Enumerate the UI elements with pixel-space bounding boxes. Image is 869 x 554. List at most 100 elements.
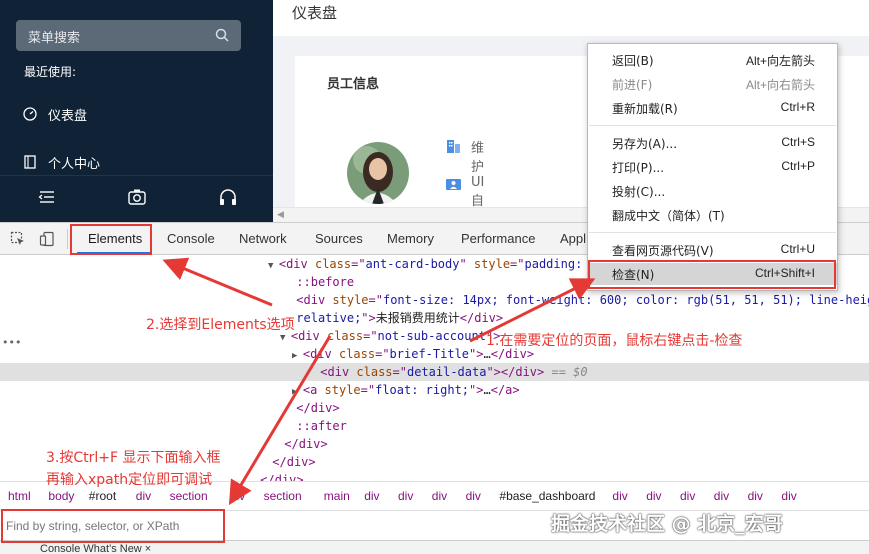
menu-item-label: 返回(B) [612,54,654,68]
dom-token: </div> [459,311,504,325]
highlight-inspect-item [588,260,836,289]
breadcrumb-item[interactable]: html [8,489,31,503]
breadcrumb-item[interactable]: div [466,489,481,503]
breadcrumb-item[interactable]: div [781,489,796,503]
dom-node[interactable]: ::after [280,417,347,435]
more-options-icon[interactable]: ••• [2,336,21,349]
dom-node[interactable]: ▼ <div class="not-sub-account"> [280,327,500,345]
breadcrumb-item[interactable]: div [432,489,447,503]
dom-node[interactable]: relative;">未报销费用统计</div> [280,309,503,327]
breadcrumb-item[interactable]: div [136,489,151,503]
dom-node[interactable]: <div style="font-size: 14px; font-weight… [280,291,869,309]
dom-token: </div> [296,401,340,415]
dom-node[interactable]: ▶ <a style="float: right;">…</a> [292,381,520,399]
menu-separator [589,232,836,233]
breadcrumb-item[interactable]: div [680,489,695,503]
menu-item-label: 重新加载(R) [612,102,678,116]
breadcrumb-item[interactable]: div [364,489,379,503]
breadcrumb-item[interactable]: div [612,489,627,503]
context-menu-item[interactable]: 前进(F) Alt+向右箭头 [588,73,837,95]
dom-token: <div [320,365,357,379]
dom-token: </div> [272,455,316,469]
dom-token: detail-data [406,365,487,379]
dom-token: "></div> [486,365,545,379]
select-element-icon[interactable] [10,231,26,247]
expand-toggle-icon[interactable]: ▶ [292,351,303,361]
dom-token: relative; [296,311,362,325]
menu-item-shortcut: Ctrl+R [780,100,815,114]
breadcrumb-item[interactable]: section [170,489,208,503]
context-menu-item[interactable]: 另存为(A)... Ctrl+S [588,132,837,154]
dom-node[interactable]: </div> [280,399,340,417]
dom-token: <div [302,347,339,361]
sidebar-item-dashboard[interactable]: 仪表盘 [22,103,262,125]
menu-item-shortcut: Ctrl+S [781,135,815,149]
dom-token: </div> [284,437,328,451]
camera-icon[interactable] [126,186,148,208]
dom-token: … [483,383,491,397]
breadcrumb-item[interactable]: #base_dashboard [499,489,595,503]
page-header: 仪表盘 [273,0,869,36]
tab-console[interactable]: Console [167,231,215,246]
breadcrumb-item[interactable]: body [48,489,74,503]
menu-item-label: 翻成中文（简体）(T) [612,209,725,223]
watermark: 掘金技术社区 @ 北京_宏哥 [551,513,783,535]
context-menu-item[interactable]: 返回(B) Alt+向左箭头 [588,49,837,71]
sidebar-item-profile[interactable]: 个人中心 [22,151,262,173]
search-icon[interactable] [214,27,230,43]
scroll-left-arrow-icon[interactable]: ◀ [277,210,284,220]
expand-toggle-icon[interactable]: ▼ [268,261,279,271]
tab-performance[interactable]: Performance [461,231,535,246]
dom-token: ant-card-body [365,257,460,271]
context-menu: 返回(B) Alt+向左箭头前进(F) Alt+向右箭头重新加载(R) Ctrl+R 另… [587,43,838,291]
dom-node[interactable]: ::before [280,273,354,291]
annotation-step2: 2.选择到Elements选项 [146,317,295,333]
sidebar: 菜单搜索 最近使用: 仪表盘 个人中心 [0,0,273,222]
dom-token: </a> [490,383,520,397]
breadcrumb-item[interactable]: div [646,489,661,503]
device-toolbar-icon[interactable] [39,231,55,247]
breadcrumb-item[interactable]: div [714,489,729,503]
context-menu-item[interactable]: 翻成中文（简体）(T) [588,204,837,226]
dom-node-selected[interactable]: <div class="detail-data"></div> == $0 [0,363,869,381]
dom-token: <div [296,293,333,307]
dom-node[interactable]: </div> [256,453,316,471]
dom-node[interactable]: ▼ <div class="ant-card-body" style="padd… [268,255,582,273]
tab-application[interactable]: Appl [560,231,586,246]
menu-fold-icon[interactable] [36,186,58,208]
dom-token: float: right; [375,383,470,397]
dom-token: ::before [296,275,355,289]
breadcrumb-item[interactable]: main [324,489,350,503]
tab-sources[interactable]: Sources [315,231,363,246]
breadcrumb-item[interactable]: section [264,489,302,503]
breadcrumb-item[interactable]: div [230,489,245,503]
dom-token: "> [469,383,484,397]
tab-network[interactable]: Network [239,231,287,246]
menu-item-shortcut: Ctrl+U [780,242,815,256]
menu-item-shortcut: Alt+向右箭头 [745,78,815,92]
expand-toggle-icon[interactable]: ▼ [280,333,291,343]
dom-token: brief-Title [389,347,470,361]
dom-node[interactable]: </div> [268,435,328,453]
breadcrumb-item[interactable]: div [748,489,763,503]
annotation-step3-line1: 3.按Ctrl+F 显示下面输入框 [46,450,221,466]
context-menu-item[interactable]: 重新加载(R) Ctrl+R [588,97,837,119]
headphones-icon[interactable] [217,186,239,208]
dom-token: <div [290,329,327,343]
context-menu-item[interactable]: 查看网页源代码(V) Ctrl+U [588,239,837,261]
dom-token: not-sub-account [377,329,486,343]
page-title: 仪表盘 [292,4,338,22]
context-menu-item[interactable]: 投射(C)... [588,180,837,202]
menu-item-label: 前进(F) [612,78,653,92]
expand-toggle-icon[interactable]: ▶ [292,387,303,397]
breadcrumb-item[interactable]: div [398,489,413,503]
tab-memory[interactable]: Memory [387,231,434,246]
context-menu-item[interactable]: 打印(P)... Ctrl+P [588,156,837,178]
highlight-elements-tab [70,224,152,255]
sidebar-bottom-bar [0,175,273,222]
menu-search-input[interactable]: 菜单搜索 [16,20,241,51]
breadcrumb-item[interactable]: #root [89,489,116,503]
